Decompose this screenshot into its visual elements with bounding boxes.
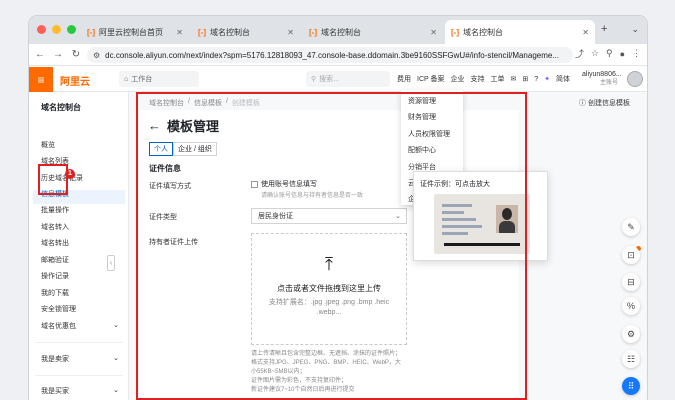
cart-float-icon[interactable]: ⊟: [622, 273, 640, 291]
create-template-label: 创建信息模板: [587, 100, 630, 107]
profile-icon[interactable]: ●: [620, 49, 625, 59]
minimize-window-button[interactable]: [52, 25, 61, 34]
tab-label: 域名控制台: [321, 27, 361, 37]
user-info[interactable]: aliyun8806... 主账号: [582, 70, 622, 88]
sidebar-item-overview[interactable]: 概览: [41, 140, 55, 150]
back-icon[interactable]: ←: [33, 49, 47, 60]
sidebar-item-security-lock[interactable]: 安全锁管理: [41, 304, 76, 314]
search-icon: ⚲: [311, 76, 317, 83]
sidebar-item-transfer-in[interactable]: 域名转入: [41, 222, 69, 232]
aliyun-favicon-icon: [-]: [87, 27, 95, 37]
cart-icon[interactable]: ⊞: [522, 75, 528, 83]
workspace-label: 工作台: [131, 76, 153, 83]
share-icon[interactable]: ⤴: [575, 47, 584, 60]
tab-domain-console-2[interactable]: [-] 域名控制台 ✕: [303, 20, 443, 44]
console-header: ≡ 阿里云 ⌂ 工作台 ⚲ 搜索... 费用 ICP 备案 企业 支持 工单 ✉…: [29, 67, 647, 92]
apps-grid-icon[interactable]: ⠿: [622, 377, 640, 395]
menu-support[interactable]: 支持: [471, 74, 485, 84]
sidebar-group-buyer[interactable]: 我是买家 ⌄: [41, 386, 119, 396]
more-menu-icon[interactable]: ⋮: [632, 48, 641, 59]
header-menu: 费用 ICP 备案 企业 支持 工单 ✉ ⊞ ? ✦ 简体: [397, 74, 570, 84]
tab-list-chevron-icon[interactable]: ⌄: [631, 24, 639, 35]
url-field[interactable]: ⚙ dc.console.aliyun.com/next/index?spm=5…: [87, 47, 573, 63]
edit-icon[interactable]: ✎: [622, 218, 640, 236]
divider: [35, 342, 123, 343]
sidebar-item-batch[interactable]: 批量操作: [41, 205, 69, 215]
url-text: dc.console.aliyun.com/next/index?spm=517…: [105, 50, 560, 60]
annotation-box-sidebar: [38, 164, 68, 195]
sidebar-item-email-verify[interactable]: 邮箱验证: [41, 255, 69, 265]
sidebar-item-operation-log[interactable]: 操作记录: [41, 271, 69, 281]
extensions-icon[interactable]: ⚲: [606, 48, 613, 59]
create-template-link[interactable]: ⓘ 创建信息模板: [579, 98, 630, 108]
home-icon: ⌂: [124, 75, 129, 83]
maximize-window-button[interactable]: [67, 25, 76, 34]
reload-icon[interactable]: ↻: [69, 49, 83, 60]
sidebar-item-transfer-out[interactable]: 域名转出: [41, 238, 69, 248]
help-icon[interactable]: ?: [534, 76, 538, 83]
close-tab-icon[interactable]: ✕: [287, 28, 294, 37]
sidebar-item-downloads[interactable]: 我的下载: [41, 288, 69, 298]
hamburger-menu-icon[interactable]: ≡: [29, 67, 53, 92]
sidebar-group-label: 我是买家: [41, 388, 69, 395]
settings-gear-icon[interactable]: ⚙: [622, 325, 640, 343]
browser-actions: ⤴ ☆ ⚲ ● ⋮: [575, 47, 641, 60]
aliyun-logo[interactable]: 阿里云: [60, 73, 90, 88]
sidebar-title: 域名控制台: [41, 103, 81, 112]
sidebar-item-packages[interactable]: 域名优惠包 ⌄: [41, 321, 119, 331]
address-bar-row: ← → ↻ ⚙ dc.console.aliyun.com/next/index…: [29, 44, 647, 66]
chevron-down-icon: ⌄: [113, 387, 119, 394]
aliyun-favicon-icon: [-]: [309, 27, 317, 37]
tab-domain-console-active[interactable]: [-] 域名控制台 ✕: [445, 20, 595, 44]
tab-label: 阿里云控制台首页: [99, 27, 163, 37]
search-input[interactable]: ⚲ 搜索...: [306, 71, 390, 87]
menu-icp[interactable]: ICP 备案: [417, 74, 445, 84]
close-tab-icon[interactable]: ✕: [582, 28, 589, 37]
close-tab-icon[interactable]: ✕: [176, 28, 183, 37]
annotation-box-main: [136, 92, 527, 400]
tab-strip: [-] 阿里云控制台首页 ✕ [-] 域名控制台 ✕ [-] 域名控制台 ✕ […: [29, 16, 647, 44]
bookmark-star-icon[interactable]: ☆: [591, 48, 599, 59]
tab-console-home[interactable]: [-] 阿里云控制台首页 ✕: [81, 20, 189, 44]
forward-icon[interactable]: →: [51, 49, 65, 60]
tab-domain-console-1[interactable]: [-] 域名控制台 ✕: [192, 20, 300, 44]
close-window-button[interactable]: [37, 25, 46, 34]
site-info-icon[interactable]: ⚙: [93, 51, 100, 60]
sidebar-group-seller[interactable]: 我是卖家 ⌄: [41, 354, 119, 364]
help-circle-icon: ⓘ: [579, 100, 586, 107]
ai-assistant-icon[interactable]: ✦: [544, 75, 550, 83]
aliyun-favicon-icon: [-]: [451, 27, 459, 37]
logo-text: 阿里云: [60, 77, 90, 88]
close-tab-icon[interactable]: ✕: [430, 28, 437, 37]
avatar[interactable]: [627, 71, 643, 87]
menu-ticket[interactable]: 工单: [491, 74, 505, 84]
tab-label: 域名控制台: [210, 27, 250, 37]
sidebar-collapse-handle[interactable]: ‹: [107, 255, 115, 271]
divider: [35, 375, 123, 376]
aliyun-favicon-icon: [-]: [198, 27, 206, 37]
sidebar-group-label: 我是卖家: [41, 356, 69, 363]
gift-icon[interactable]: ⊡: [622, 246, 640, 264]
annotation-badge: 1: [65, 169, 75, 179]
user-role: 主账号: [600, 80, 619, 86]
menu-enterprise[interactable]: 企业: [451, 74, 465, 84]
sidebar-item-label: 域名优惠包: [41, 323, 76, 330]
chevron-down-icon: ⌄: [113, 322, 119, 329]
language-switch[interactable]: 简体: [556, 74, 570, 84]
discount-icon[interactable]: %: [622, 297, 640, 315]
user-name: aliyun8806...: [582, 71, 622, 78]
tab-label: 域名控制台: [463, 27, 503, 37]
menu-billing[interactable]: 费用: [397, 74, 411, 84]
new-tab-icon[interactable]: +: [601, 23, 607, 35]
chat-icon[interactable]: ☷: [622, 350, 640, 368]
chevron-down-icon: ⌄: [113, 355, 119, 362]
sidebar: 域名控制台 概览 域名列表 历史域名记录 信息模板 批量操作 域名转入 域名转出…: [29, 92, 129, 400]
message-icon[interactable]: ✉: [511, 75, 517, 83]
workspace-button[interactable]: ⌂ 工作台: [119, 71, 199, 87]
window-controls: [37, 25, 76, 34]
search-placeholder: 搜索...: [319, 76, 339, 83]
